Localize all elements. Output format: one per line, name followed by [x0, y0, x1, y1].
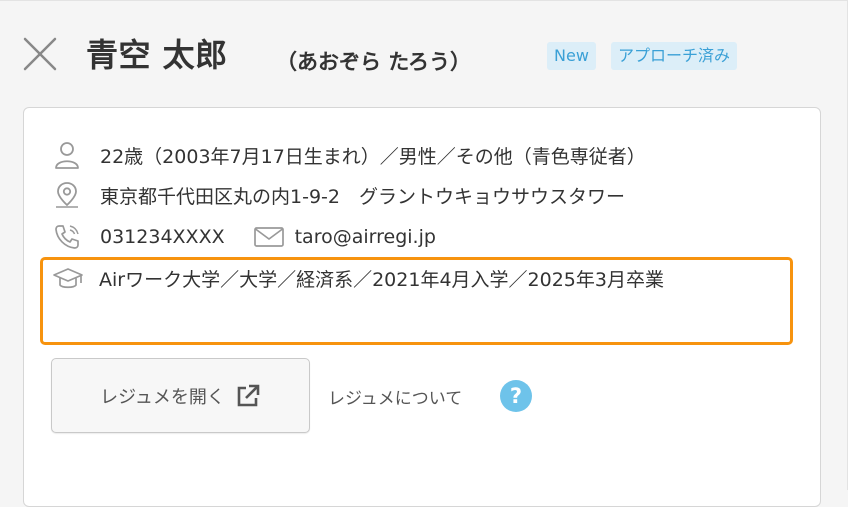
top-divider: [0, 0, 848, 1]
location-pin-icon: [52, 180, 82, 210]
question-icon[interactable]: ?: [500, 380, 532, 412]
phone-icon: [52, 222, 82, 252]
address-text: 東京都千代田区丸の内1-9-2 グラントウキョウサウスタワー: [100, 185, 625, 208]
person-icon: [52, 140, 82, 170]
email-text: taro@airregi.jp: [294, 226, 436, 248]
about-resume-link[interactable]: レジュメについて: [328, 384, 462, 409]
open-resume-button[interactable]: レジュメを開く: [51, 358, 310, 433]
close-button[interactable]: [22, 36, 58, 72]
phone-text: 031234XXXX: [100, 226, 225, 248]
external-link-icon: [235, 383, 261, 409]
mail-icon: [253, 225, 285, 249]
candidate-kana: （あおぞら たろう）: [276, 50, 472, 74]
graduation-cap-icon: [52, 266, 84, 292]
age-gender-text: 22歳（2003年7月17日生まれ）／男性／その他（青色専従者）: [100, 145, 646, 168]
close-icon: [23, 37, 57, 71]
address-row: 東京都千代田区丸の内1-9-2 グラントウキョウサウスタワー: [52, 180, 625, 210]
new-badge: New: [547, 42, 596, 70]
status-badge: アプローチ済み: [611, 42, 738, 70]
open-resume-label: レジュメを開く: [100, 386, 225, 408]
candidate-name: 青空 太郎: [86, 36, 228, 74]
age-gender-row: 22歳（2003年7月17日生まれ）／男性／その他（青色専従者）: [52, 140, 646, 170]
contact-row: 031234XXXX taro@airregi.jp: [52, 222, 436, 252]
education-text: Airワーク大学／大学／経済系／2021年4月入学／2025年3月卒業: [99, 269, 664, 291]
